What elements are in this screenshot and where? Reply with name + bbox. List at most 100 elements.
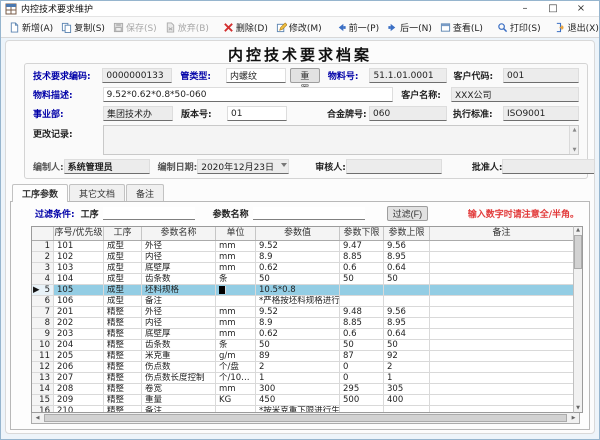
material-desc-field[interactable]: [103, 87, 394, 102]
tech-code-field[interactable]: [102, 68, 172, 83]
filter-button[interactable]: 过滤(F): [387, 206, 429, 221]
reset-button[interactable]: 重置: [290, 68, 320, 83]
header-param-name[interactable]: 参数名称: [142, 227, 216, 240]
grid-row[interactable]: 12206精整伤点数个/盘202: [32, 362, 573, 373]
cell-upper-limit: 1: [384, 373, 430, 383]
app-window: 内控技术要求维护 – □ × 新增(A) 复制(S) 保存(S) 放弃(B) 删…: [0, 0, 600, 440]
previous-button[interactable]: 前一(P): [332, 20, 383, 35]
grid-row[interactable]: 8202精整内径mm8.98.858.95: [32, 318, 573, 329]
vscroll-thumb[interactable]: [574, 235, 582, 269]
header-selector: [32, 227, 54, 240]
alloy-field[interactable]: [369, 106, 447, 121]
header-value[interactable]: 参数值: [256, 227, 340, 240]
cell-upper-limit: 9.56: [384, 241, 430, 251]
cell-value: *按米克重下限进行生产: [256, 406, 340, 412]
cell-note: [430, 285, 573, 295]
delete-button[interactable]: 删除(D): [219, 20, 272, 35]
header-note[interactable]: 备注: [430, 227, 573, 240]
division-field[interactable]: [103, 106, 173, 121]
change-record-label: 更改记录:: [33, 125, 103, 140]
grid-row[interactable]: 9203精整底壁厚mm0.620.60.64: [32, 329, 573, 340]
cell-process: 成型: [104, 241, 142, 251]
reviewer-field[interactable]: [346, 159, 442, 174]
maximize-button[interactable]: □: [539, 2, 567, 16]
header-process[interactable]: 工序: [104, 227, 142, 240]
cell-lower-limit: 0.6: [340, 263, 384, 273]
cell-upper-limit: 0.64: [384, 263, 430, 273]
close-button[interactable]: ×: [567, 2, 595, 16]
next-button[interactable]: 后一(N): [383, 20, 436, 35]
material-no-field[interactable]: [369, 68, 447, 83]
discard-button[interactable]: 放弃(B): [161, 20, 213, 35]
cell-process: 精整: [104, 318, 142, 328]
cell-value: 9.52: [256, 307, 340, 317]
grid-row[interactable]: 11205精整米克重g/m898792: [32, 351, 573, 362]
grid-row[interactable]: 3103成型底壁厚mm0.620.60.64: [32, 263, 573, 274]
version-field[interactable]: [227, 106, 287, 121]
tab-remarks[interactable]: 备注: [126, 184, 164, 201]
new-button[interactable]: 新增(A): [5, 20, 57, 35]
cell-param-name: 备注: [142, 296, 216, 306]
grid-row[interactable]: 7201精整外径mm9.529.489.56: [32, 307, 573, 318]
cell-value: 1: [256, 373, 340, 383]
cell-param-name: 卷宽: [142, 384, 216, 394]
author-field[interactable]: [64, 159, 150, 174]
cell-seq: 203: [54, 329, 104, 339]
vertical-scrollbar[interactable]: ▲ ▼: [573, 226, 583, 413]
cell-param-name: 内径: [142, 318, 216, 328]
cell-value: 8.9: [256, 318, 340, 328]
print-button[interactable]: 打印(S): [493, 20, 545, 35]
horizontal-scrollbar[interactable]: ◀ ▶: [31, 413, 580, 424]
approver-field[interactable]: [502, 159, 595, 174]
cell-param-name: 内径: [142, 252, 216, 262]
scroll-down-icon[interactable]: ▼: [570, 147, 579, 153]
filter-label: 过滤条件:: [35, 207, 75, 220]
exit-button[interactable]: 退出(X): [551, 20, 600, 35]
date-field[interactable]: [197, 159, 289, 174]
chevron-down-icon[interactable]: [281, 163, 287, 167]
minimize-button[interactable]: –: [511, 2, 539, 16]
grid-row[interactable]: 14208精整卷宽mm300295305: [32, 384, 573, 395]
customer-name-field[interactable]: [451, 87, 579, 102]
tube-type-field[interactable]: [226, 68, 286, 83]
view-button[interactable]: 查看(L): [436, 20, 487, 35]
save-button[interactable]: 保存(S): [109, 20, 161, 35]
header-seq[interactable]: 序号/优先级: [54, 227, 104, 240]
header-upper-limit[interactable]: 参数上限: [384, 227, 430, 240]
grid-row[interactable]: 10204精整齿条数条505050: [32, 340, 573, 351]
grid-row[interactable]: 16210精整备注*按米克重下限进行生产: [32, 406, 573, 412]
cell-lower-limit: 8.85: [340, 252, 384, 262]
cell-value: 89: [256, 351, 340, 361]
cell-note: [430, 384, 573, 394]
grid-row[interactable]: 5▶105成型坯料规格10.5*0.8: [32, 285, 573, 296]
modify-button[interactable]: 修改(M): [272, 20, 326, 35]
cell-lower-limit: 0.6: [340, 329, 384, 339]
filter-process-input[interactable]: [103, 207, 195, 220]
tab-process-params[interactable]: 工序参数: [12, 184, 68, 202]
cell-note: [430, 406, 573, 412]
scroll-up-icon[interactable]: ▲: [570, 127, 579, 133]
standard-field[interactable]: [503, 106, 579, 121]
header-lower-limit[interactable]: 参数下限: [340, 227, 384, 240]
scroll-right-icon[interactable]: ▶: [568, 415, 579, 421]
customer-code-field[interactable]: [503, 68, 579, 83]
filter-param-input[interactable]: [253, 207, 365, 220]
copy-button[interactable]: 复制(S): [57, 20, 109, 35]
scroll-down-icon[interactable]: ▼: [576, 405, 580, 412]
hscroll-thumb[interactable]: [44, 414, 567, 422]
header-unit[interactable]: 单位: [216, 227, 256, 240]
grid-row[interactable]: 15209精整重量KG450500400: [32, 395, 573, 406]
filter-process-label: 工序: [81, 207, 99, 220]
textarea-scrollbar[interactable]: ▲ ▼: [569, 126, 578, 154]
scroll-up-icon[interactable]: ▲: [576, 227, 580, 234]
grid-row[interactable]: 4104成型齿条数条505050: [32, 274, 573, 285]
grid-row[interactable]: 6106成型备注*严格按坯料规格进行上料。: [32, 296, 573, 307]
tab-other-docs[interactable]: 其它文档: [69, 184, 125, 201]
grid-row[interactable]: 1101成型外径mm9.529.479.56: [32, 241, 573, 252]
cell-value: 2: [256, 362, 340, 372]
grid-row[interactable]: 13207精整伤点数长度控制个/10…101: [32, 373, 573, 384]
cell-value: *严格按坯料规格进行上料。: [256, 296, 340, 306]
grid-row[interactable]: 2102成型内径mm8.98.858.95: [32, 252, 573, 263]
change-record-textarea[interactable]: ▲ ▼: [103, 125, 579, 155]
scroll-left-icon[interactable]: ◀: [32, 415, 43, 421]
